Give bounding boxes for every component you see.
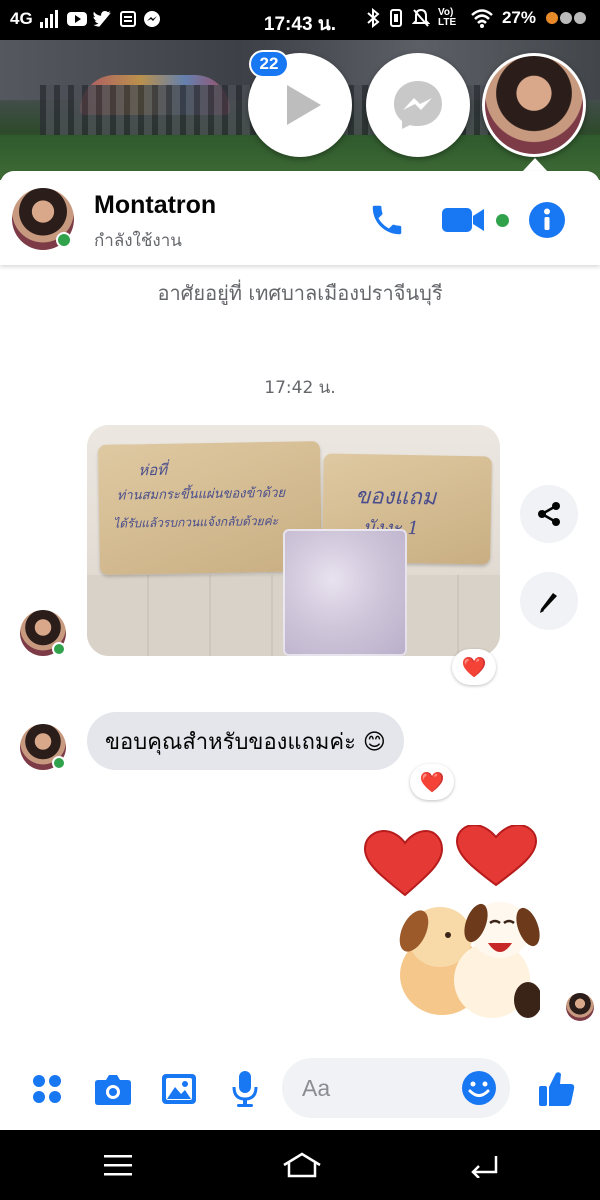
like-button[interactable] (534, 1066, 580, 1112)
photo-reaction[interactable]: ❤️ (452, 649, 496, 685)
sender-online-indicator-2 (52, 756, 66, 770)
status-bar: 4G 17:43 น. Vo) LTE 27% (0, 0, 600, 40)
android-nav-bar (0, 1130, 600, 1200)
messenger-screen: 4G 17:43 น. Vo) LTE 27% 22 Montatron กำล… (0, 0, 600, 1200)
contact-name[interactable]: Montatron (94, 191, 216, 220)
phone-icon (372, 205, 402, 235)
sender-online-indicator (52, 642, 66, 656)
parcel-left-line2: ท่านสมกระขึ้นแผ่นของข้าด้วย (116, 485, 286, 504)
mute-bell-icon (411, 8, 430, 27)
composer-bar (0, 1048, 600, 1130)
status-bar-right: Vo) LTE 27% (366, 8, 590, 28)
messenger-chathead[interactable] (366, 53, 470, 157)
edit-button[interactable] (520, 572, 578, 630)
battery-label: 27% (501, 8, 536, 27)
info-icon (529, 202, 565, 238)
seen-avatar (566, 993, 594, 1021)
dogs-hearts-sticker[interactable] (360, 825, 540, 1025)
parcel-left-line1: ห่อที่ (138, 460, 168, 480)
contact-chathead[interactable] (482, 53, 586, 157)
share-button[interactable] (520, 485, 578, 543)
sticker-dog-left-eye (445, 932, 451, 938)
smiley-icon (462, 1071, 496, 1105)
emoji-button[interactable] (460, 1069, 498, 1107)
photo-message[interactable]: ห่อที่ ท่านสมกระขึ้นแผ่นของข้าด้วย ได้รั… (87, 425, 500, 656)
voice-message-button[interactable] (222, 1066, 268, 1112)
heart-reaction-icon-2: ❤️ (419, 770, 445, 794)
thumbs-up-icon (539, 1072, 575, 1106)
video-call-button[interactable] (440, 197, 510, 243)
header-avatar[interactable] (12, 188, 74, 250)
parcel-right-line1: ของแถม (354, 484, 437, 511)
more-actions-button[interactable] (24, 1066, 70, 1112)
home-icon (283, 1152, 321, 1178)
gallery-button[interactable] (156, 1066, 202, 1112)
recent-apps-button[interactable] (98, 1148, 138, 1182)
volte-label: Vo) LTE (437, 7, 457, 28)
text-message-bubble[interactable]: ขอบคุณสำหรับของแถมค่ะ 😊 (87, 712, 404, 770)
home-button[interactable] (280, 1148, 324, 1182)
message-timestamp: 17:42 น. (264, 378, 336, 398)
message-input[interactable] (282, 1058, 452, 1118)
voice-call-button[interactable] (364, 197, 410, 243)
notification-dots-icon (546, 12, 586, 24)
info-button[interactable] (526, 199, 568, 241)
contact-location-info: อาศัยอยู่ที่ เทศบาลเมืองปราจีนบุรี (157, 281, 443, 305)
contact-chathead-avatar (485, 56, 583, 154)
message-input-container (282, 1058, 510, 1118)
play-icon (287, 85, 321, 125)
video-online-indicator (495, 213, 509, 227)
bubble-wrap-package (283, 529, 407, 656)
microphone-icon (232, 1071, 258, 1107)
chathead-pointer (522, 158, 548, 172)
vibrate-icon (389, 9, 402, 27)
pencil-icon (540, 593, 557, 613)
sender-avatar[interactable] (20, 610, 66, 656)
parcel-left-line3: ได้รับแล้วรบกวนแจ้งกลับด้วยค่ะ (113, 513, 279, 531)
conversation-header: Montatron กำลังใช้งาน (0, 171, 600, 265)
text-reaction[interactable]: ❤️ (410, 764, 454, 800)
sender-avatar-2[interactable] (20, 724, 66, 770)
video-camera-icon (441, 208, 484, 232)
menu-icon (104, 1155, 132, 1176)
back-button[interactable] (464, 1148, 504, 1182)
sticker-heart-right (455, 825, 538, 887)
camera-icon (95, 1075, 131, 1105)
bluetooth-icon (367, 8, 380, 28)
sticker-heart-left (363, 829, 444, 897)
unread-badge: 22 (249, 50, 289, 78)
contact-status: กำลังใช้งาน (94, 231, 182, 251)
messenger-icon (394, 81, 442, 129)
text-message: ขอบคุณสำหรับของแถมค่ะ 😊 (105, 729, 386, 755)
wifi-icon (471, 9, 493, 28)
camera-button[interactable] (90, 1066, 136, 1112)
four-dots-icon (33, 1075, 61, 1103)
image-icon (162, 1074, 196, 1104)
online-indicator (56, 232, 72, 248)
heart-reaction-icon: ❤️ (461, 655, 487, 679)
share-icon (538, 502, 560, 526)
back-icon (471, 1156, 498, 1178)
